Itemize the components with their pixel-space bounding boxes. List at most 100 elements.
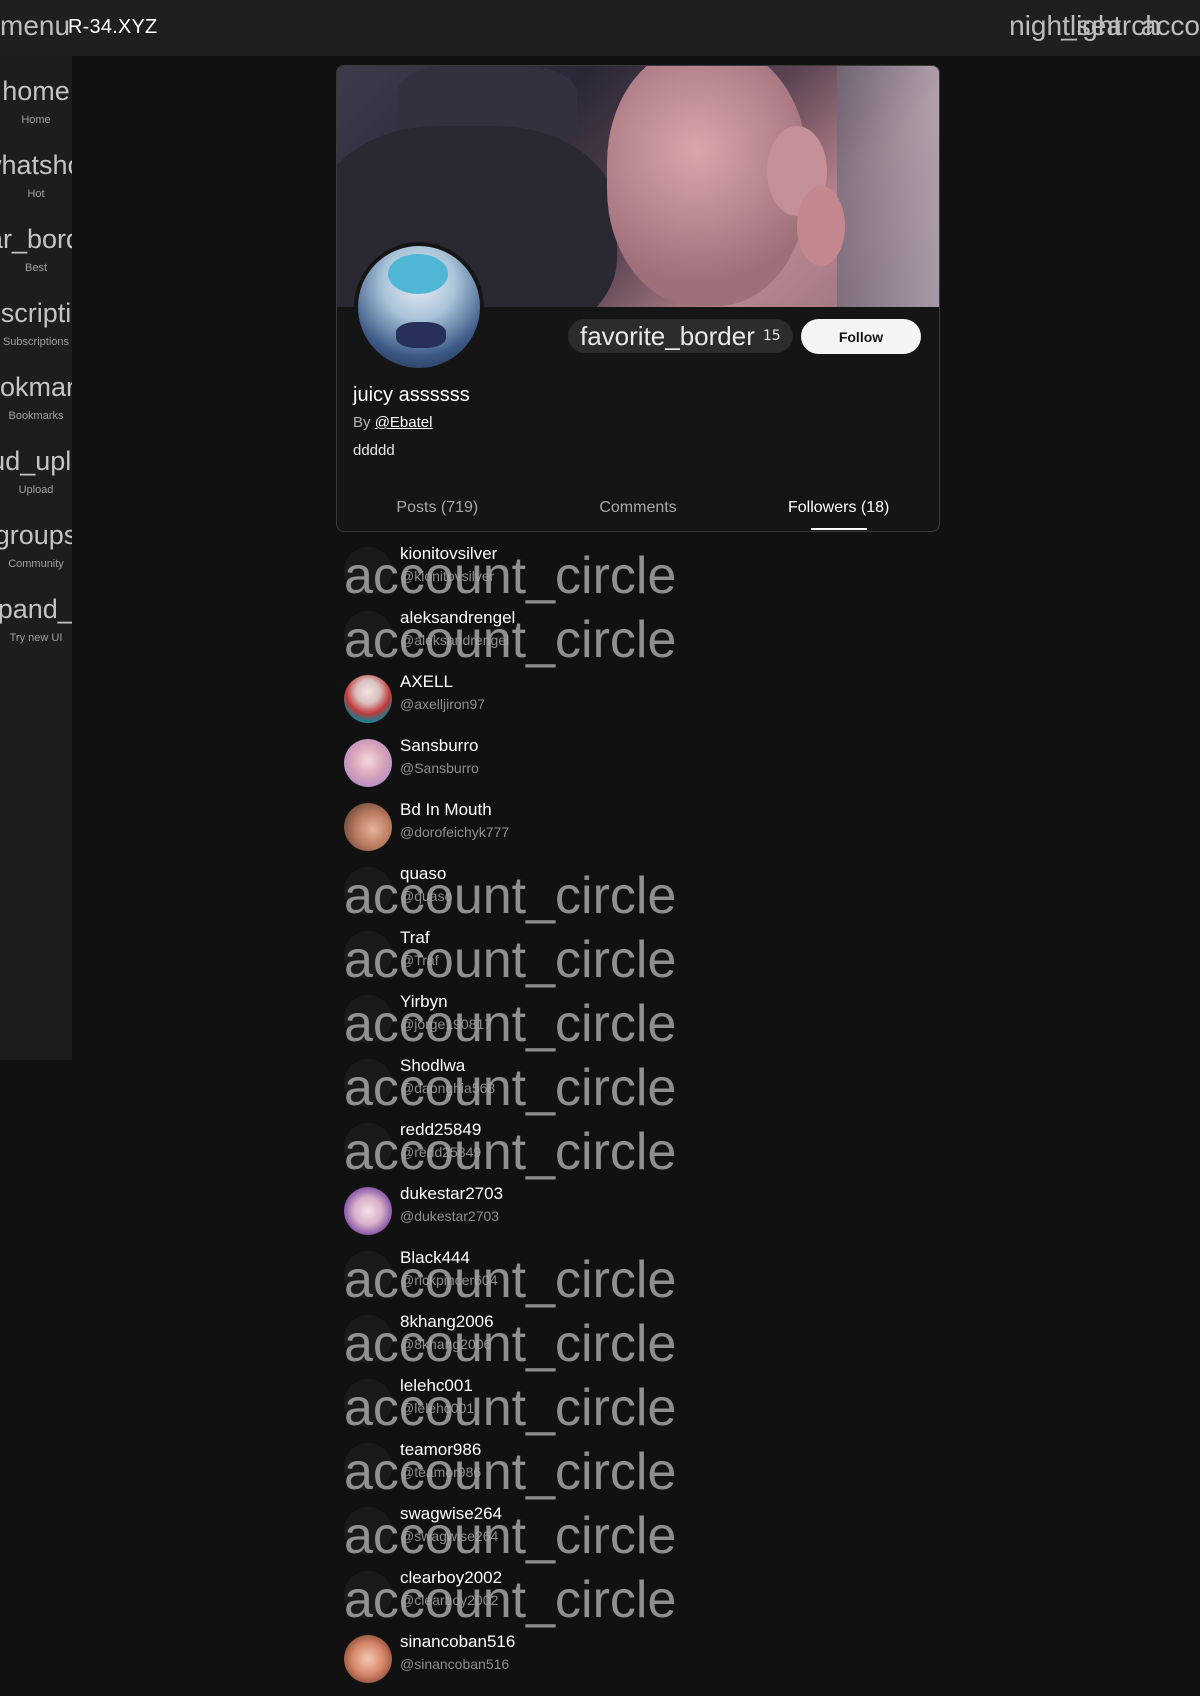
list-item[interactable]: quaso @quaso account_circle [344, 864, 944, 928]
avatar[interactable] [344, 1635, 392, 1683]
list-item[interactable]: AXELL @axelljiron97 [344, 672, 944, 736]
follower-handle: @teamor986 [400, 1464, 482, 1480]
list-item[interactable]: dukestar2703 @dukestar2703 [344, 1184, 944, 1248]
list-item[interactable]: Traf @Traf account_circle [344, 928, 944, 992]
follower-handle: @axelljiron97 [400, 696, 486, 712]
avatar[interactable] [344, 1507, 392, 1555]
follower-name[interactable]: Sansburro [400, 736, 478, 756]
follower-name[interactable]: quaso [400, 864, 446, 884]
list-item[interactable]: 8khang2006 @8khang2006 account_circle [344, 1312, 944, 1376]
avatar[interactable] [344, 675, 392, 723]
sidebar-item-label: Best [24, 262, 47, 274]
list-item[interactable]: aleksandrengel @aleksandrengel account_cir… [344, 608, 944, 672]
follower-name[interactable]: Yirbyn [400, 992, 448, 1012]
followers-list: kionitovsilver @kionitovsilver account_cir… [344, 544, 944, 1696]
tab-followers[interactable]: Followers (18) [738, 486, 939, 530]
sidebar-item-subscriptions[interactable]: subscriptions Subscriptions [0, 288, 72, 362]
follower-handle: @8khang2006 [400, 1336, 492, 1352]
list-item[interactable]: lelehc001 @lelehc001 account_circle [344, 1376, 944, 1440]
avatar[interactable] [344, 1059, 392, 1107]
sidebar-item-community[interactable]: groups Community [0, 510, 72, 584]
byline: By @Ebatel [353, 414, 432, 431]
tabs: Posts (719) Comments Followers (18) [337, 486, 939, 530]
menu-icon[interactable]: menu [0, 10, 70, 42]
list-item[interactable]: Shodlwa @daonghia568 account_circle [344, 1056, 944, 1120]
sidebar-item-best[interactable]: star_border Best [0, 214, 72, 288]
list-item[interactable]: Bd In Mouth @dorofeichyk777 [344, 800, 944, 864]
sidebar: home Home whatshot Hot star_border Best … [0, 56, 72, 1060]
avatar[interactable] [344, 547, 392, 595]
sidebar-item-try-new-ui[interactable]: expand_up Try new UI [0, 584, 72, 658]
sidebar-item-label: Home [21, 114, 51, 126]
follower-name[interactable]: AXELL [400, 672, 453, 692]
playlist-card: favorite_border 15 Follow juicy assssss … [336, 65, 940, 532]
whatshot-icon: whatshot [0, 150, 72, 180]
follower-name[interactable]: Black444 [400, 1248, 470, 1268]
follower-name[interactable]: sinancoban516 [400, 1632, 515, 1652]
list-item[interactable]: clearboy2002 @clearboy2002 account_circle [344, 1568, 944, 1632]
avatar[interactable] [344, 739, 392, 787]
account-circle-icon: account_circle [344, 867, 677, 925]
follow-button[interactable]: Follow [801, 319, 921, 354]
follower-name[interactable]: Shodlwa [400, 1056, 465, 1076]
sidebar-item-home[interactable]: home Home [0, 66, 72, 140]
account-circle-icon: account_circle [344, 1315, 677, 1373]
avatar[interactable] [344, 1187, 392, 1235]
list-item[interactable]: kionitovsilver @kionitovsilver account_cir… [344, 544, 944, 608]
follower-name[interactable]: clearboy2002 [400, 1568, 502, 1588]
author-link[interactable]: @Ebatel [375, 414, 433, 431]
follower-handle: @rickpincer604 [400, 1272, 498, 1288]
avatar[interactable] [344, 1251, 392, 1299]
list-item[interactable]: sinancoban516 @sinancoban516 [344, 1632, 944, 1696]
sidebar-item-upload[interactable]: cloud_upload Upload [0, 436, 72, 510]
avatar[interactable] [344, 1123, 392, 1171]
list-item[interactable]: swagwise264 @swagwise264 account_circle [344, 1504, 944, 1568]
list-item[interactable]: Black444 @rickpincer604 account_circle [344, 1248, 944, 1312]
list-item[interactable]: teamor986 @teamor986 account_circle [344, 1440, 944, 1504]
follower-name[interactable]: swagwise264 [400, 1504, 502, 1524]
follower-name[interactable]: Traf [400, 928, 430, 948]
follower-name[interactable]: 8khang2006 [400, 1312, 494, 1332]
follower-name[interactable]: Bd In Mouth [400, 800, 492, 820]
account-circle-icon: account_circle [344, 995, 677, 1053]
avatar[interactable] [344, 1443, 392, 1491]
avatar[interactable] [344, 1315, 392, 1363]
avatar[interactable] [344, 931, 392, 979]
cloud-upload-icon: cloud_upload [0, 446, 72, 476]
avatar[interactable] [344, 803, 392, 851]
list-item[interactable]: Sansburro @Sansburro [344, 736, 944, 800]
follower-name[interactable]: lelehc001 [400, 1376, 473, 1396]
avatar[interactable] [344, 1379, 392, 1427]
avatar[interactable] [344, 611, 392, 659]
favorite-button[interactable]: favorite_border 15 [568, 319, 793, 353]
sidebar-item-bookmarks[interactable]: bookmarks Bookmarks [0, 362, 72, 436]
favorite-border-icon: favorite_border [580, 320, 755, 351]
follower-name[interactable]: kionitovsilver [400, 544, 497, 564]
top-actions: nightlight _search acco [1009, 10, 1200, 42]
subscriptions-icon: subscriptions [0, 298, 72, 328]
sidebar-item-label: Subscriptions [2, 336, 70, 348]
sidebar-item-label: Try new UI [9, 632, 63, 644]
list-item[interactable]: Yirbyn @jorge190817 account_circle [344, 992, 944, 1056]
follower-name[interactable]: redd25849 [400, 1120, 481, 1140]
follower-name[interactable]: teamor986 [400, 1440, 481, 1460]
avatar[interactable] [344, 995, 392, 1043]
tab-comments[interactable]: Comments [538, 486, 739, 530]
list-item[interactable]: redd25849 @redd25849 account_circle [344, 1120, 944, 1184]
follower-handle: @Traf [400, 952, 439, 968]
avatar[interactable] [354, 242, 484, 372]
sidebar-item-label: Bookmarks [8, 410, 64, 422]
follower-name[interactable]: dukestar2703 [400, 1184, 503, 1204]
account-icon[interactable]: acco [1141, 10, 1200, 42]
sidebar-item-hot[interactable]: whatshot Hot [0, 140, 72, 214]
avatar[interactable] [344, 1571, 392, 1619]
page-title: juicy assssss [353, 384, 470, 406]
tab-posts[interactable]: Posts (719) [337, 486, 538, 530]
top-bar: menu R-34.XYZ nightlight _search acco [0, 0, 1200, 56]
follower-name[interactable]: aleksandrengel [400, 608, 515, 628]
site-logo[interactable]: R-34.XYZ [68, 16, 157, 39]
account-circle-icon: account_circle [344, 1379, 677, 1437]
follower-handle: @kionitovsilver [400, 568, 495, 584]
avatar[interactable] [344, 867, 392, 915]
description: ddddd [353, 442, 395, 459]
